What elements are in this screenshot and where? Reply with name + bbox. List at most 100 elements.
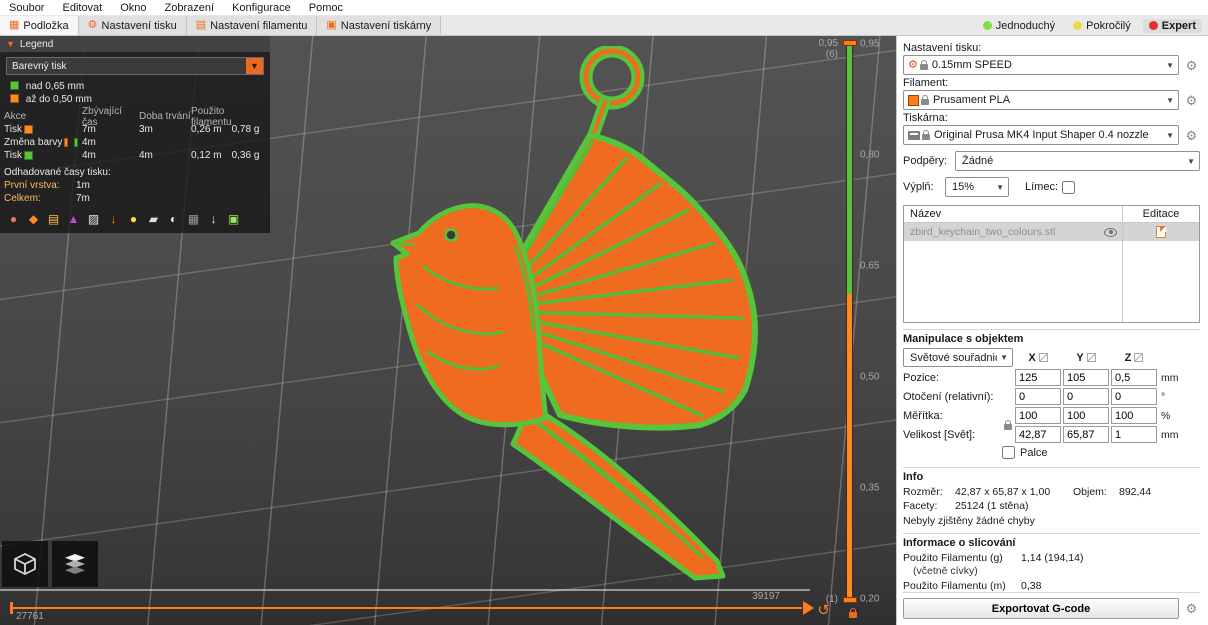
rotation-z-input[interactable] bbox=[1111, 388, 1157, 405]
range-label: až do 0,50 mm bbox=[25, 94, 92, 105]
vslider-upper-handle[interactable] bbox=[843, 40, 857, 46]
vslider-lower-handle[interactable] bbox=[843, 597, 857, 603]
dropdown-arrow-icon: ▼ bbox=[1187, 156, 1195, 166]
scale-z-input[interactable] bbox=[1111, 407, 1157, 424]
size-y-input[interactable] bbox=[1063, 426, 1109, 443]
wipe-moves-icon[interactable]: ● bbox=[126, 211, 141, 226]
deretractions-icon[interactable]: ◐ bbox=[166, 211, 181, 226]
legend-row-print-orange: Tisk 7m 3m 0,26 m 0,78 g bbox=[4, 123, 266, 136]
menu-item-pomoc[interactable]: Pomoc bbox=[300, 2, 352, 14]
printer-select[interactable]: Original Prusa MK4 Input Shaper 0.4 nozz… bbox=[903, 125, 1179, 145]
axis-y-icon[interactable] bbox=[1086, 353, 1096, 362]
action-label: Tisk bbox=[4, 150, 22, 161]
tool-marker-icon[interactable]: ▨ bbox=[86, 211, 101, 226]
object-row[interactable]: zbird_keychain_two_colours.stl bbox=[904, 223, 1199, 241]
layers-view-button[interactable] bbox=[52, 541, 98, 587]
edit-object-icon[interactable] bbox=[1156, 226, 1166, 238]
menu-item-okno[interactable]: Okno bbox=[111, 2, 155, 14]
filament-label: Filament: bbox=[903, 77, 949, 89]
object-drop-icon[interactable]: ↓ bbox=[206, 211, 221, 226]
tab-label: Nastavení tisku bbox=[101, 19, 177, 32]
axis-x-icon[interactable] bbox=[1038, 353, 1048, 362]
position-y-input[interactable] bbox=[1063, 369, 1109, 386]
position-x-input[interactable] bbox=[1015, 369, 1061, 386]
green-swatch-icon bbox=[74, 138, 78, 147]
tab-print-settings[interactable]: ⚙ Nastavení tisku bbox=[78, 16, 187, 35]
retractions-icon[interactable]: ▰ bbox=[146, 211, 161, 226]
coordinates-select[interactable]: Světové souřadnice ▼ bbox=[903, 348, 1013, 367]
size-z-input[interactable] bbox=[1111, 426, 1157, 443]
menu-item-soubor[interactable]: Soubor bbox=[0, 2, 53, 14]
print-settings-gear-button[interactable]: ⚙ bbox=[1183, 59, 1200, 72]
vertical-layer-slider[interactable]: 0,95 (6) (1) 0,95 0,80 0,65 0,50 0,35 0,… bbox=[810, 38, 886, 619]
mode-advanced[interactable]: Pokročilý bbox=[1067, 19, 1137, 33]
mode-simple[interactable]: Jednoduchý bbox=[977, 19, 1061, 33]
mode-expert[interactable]: Expert bbox=[1142, 18, 1202, 33]
pause-prints-icon[interactable]: ◆ bbox=[26, 211, 41, 226]
supports-select[interactable]: Žádné ▼ bbox=[955, 151, 1200, 171]
orange-swatch-icon bbox=[23, 125, 33, 134]
tab-bar: ▦ Podložka ⚙ Nastavení tisku ▤ Nastavení… bbox=[0, 16, 1208, 36]
print-settings-icon: ⚙ bbox=[87, 19, 98, 31]
scale-lock-icon[interactable] bbox=[1002, 420, 1014, 433]
legend-header[interactable]: ▼ Legend bbox=[0, 36, 270, 52]
slider-lock-icon[interactable] bbox=[847, 608, 859, 621]
tab-plater[interactable]: ▦ Podložka bbox=[0, 16, 79, 35]
bird-keychain-model[interactable] bbox=[365, 46, 765, 591]
tick-label: 0,95 bbox=[860, 38, 880, 50]
custom-gcode-icon[interactable]: ▤ bbox=[46, 211, 61, 226]
print-settings-select[interactable]: ⚙ 0.15mm SPEED ▼ bbox=[903, 55, 1179, 75]
printer-gear-button[interactable]: ⚙ bbox=[1183, 129, 1200, 142]
seams-icon[interactable]: ▦ bbox=[186, 211, 201, 226]
menu-item-konfigurace[interactable]: Konfigurace bbox=[223, 2, 300, 14]
rotation-y-input[interactable] bbox=[1063, 388, 1109, 405]
remaining-time: 7m bbox=[82, 124, 96, 135]
travel-moves-icon[interactable]: ↓ bbox=[106, 211, 121, 226]
position-z-input[interactable] bbox=[1111, 369, 1157, 386]
used-filament-g-value: 1,14 (194,14) bbox=[1021, 552, 1084, 564]
info-title: Info bbox=[903, 471, 924, 483]
mode-label: Expert bbox=[1161, 19, 1196, 32]
view-type-select[interactable]: Barevný tisk ▼ bbox=[6, 57, 264, 75]
legend-toggle-icon[interactable]: ▣ bbox=[226, 211, 241, 226]
filament-gear-button[interactable]: ⚙ bbox=[1183, 94, 1200, 107]
infill-label: Výplň: bbox=[903, 181, 934, 193]
export-settings-gear-icon[interactable]: ⚙ bbox=[1183, 602, 1200, 615]
color-changes-icon[interactable]: ● bbox=[6, 211, 21, 226]
brim-checkbox[interactable] bbox=[1062, 180, 1076, 194]
export-gcode-button[interactable]: Exportovat G-code bbox=[903, 598, 1179, 619]
inches-checkbox[interactable] bbox=[1002, 446, 1015, 459]
axis-z-icon[interactable] bbox=[1134, 353, 1144, 362]
shells-icon[interactable]: ▲ bbox=[66, 211, 81, 226]
vslider-track[interactable] bbox=[846, 44, 853, 599]
3d-view-button[interactable] bbox=[2, 541, 48, 587]
axis-y-header: Y bbox=[1063, 352, 1109, 364]
orange-swatch-icon bbox=[10, 94, 19, 103]
legend-row-print-green: Tisk 4m 4m 0,12 m 0,36 g bbox=[4, 149, 266, 162]
bird-eye bbox=[444, 228, 458, 242]
unit-label: mm bbox=[1161, 371, 1179, 384]
size-x-input[interactable] bbox=[1015, 426, 1061, 443]
tab-printer-settings[interactable]: ▣ Nastavení tiskárny bbox=[317, 16, 442, 35]
hslider-track[interactable] bbox=[12, 607, 802, 609]
sliced-info-title: Informace o slicování bbox=[903, 537, 1016, 549]
lower-handle-layer: (1) bbox=[825, 594, 838, 605]
scale-y-input[interactable] bbox=[1063, 407, 1109, 424]
scale-row: Měřítka: % bbox=[903, 407, 1200, 424]
scale-x-input[interactable] bbox=[1015, 407, 1061, 424]
facets-value: 25124 (1 stěna) bbox=[955, 500, 1029, 512]
errors-status: Nebyly zjištěny žádné chyby bbox=[903, 515, 1035, 527]
tab-filament-settings[interactable]: ▤ Nastavení filamentu bbox=[186, 16, 318, 35]
menu-item-editovat[interactable]: Editovat bbox=[53, 2, 111, 14]
layers-icon bbox=[65, 554, 85, 574]
horizontal-move-slider[interactable]: 39197 27761 ↺ bbox=[6, 591, 832, 625]
tick-label: 0,80 bbox=[860, 149, 880, 161]
rotation-x-input[interactable] bbox=[1015, 388, 1061, 405]
menu-item-zobrazeni[interactable]: Zobrazení bbox=[156, 2, 224, 14]
tick-label: 0,50 bbox=[860, 371, 880, 383]
3d-viewport[interactable]: ▼ Legend Barevný tisk ▼ nad 0,65 mm až d… bbox=[0, 36, 896, 625]
upper-handle-height: 0,95 bbox=[818, 38, 838, 49]
filament-select[interactable]: Prusament PLA ▼ bbox=[903, 90, 1179, 110]
infill-select[interactable]: 15% ▼ bbox=[945, 177, 1009, 197]
eye-visibility-icon[interactable] bbox=[1104, 227, 1117, 237]
